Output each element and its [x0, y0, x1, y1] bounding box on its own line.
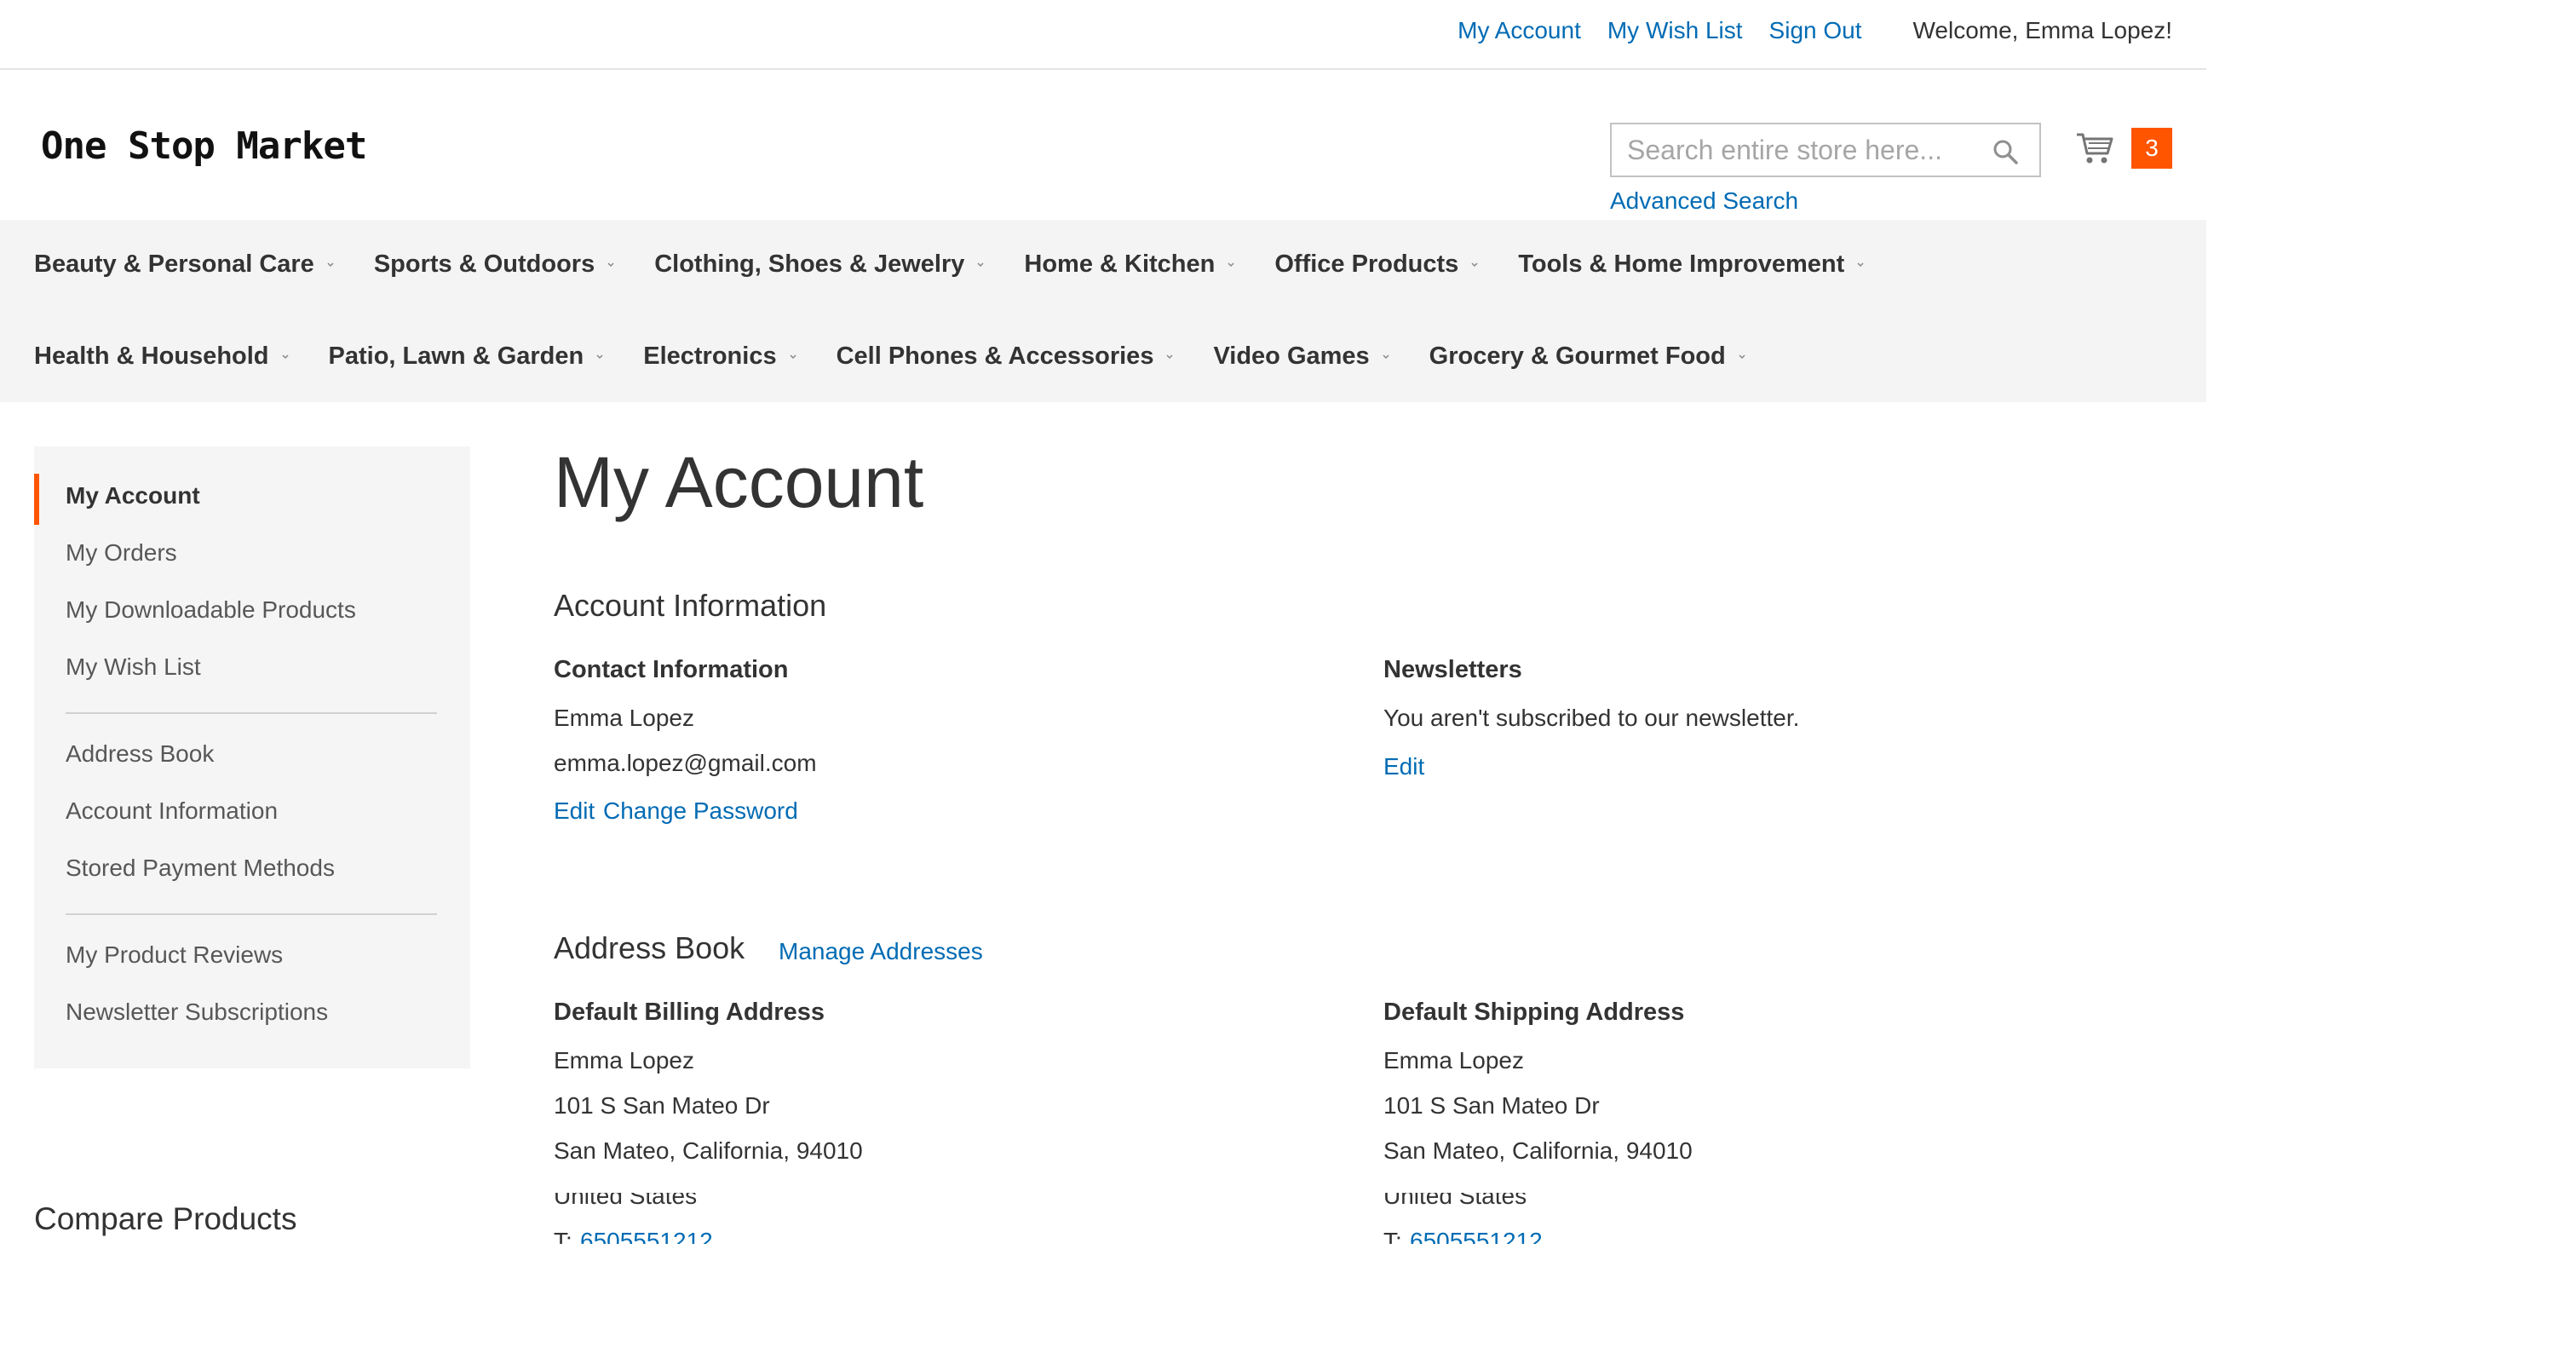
edit-newsletter-link[interactable]: Edit	[1383, 753, 1424, 780]
chevron-down-icon	[281, 354, 289, 359]
sidebar-item-my-account[interactable]: My Account	[66, 482, 200, 509]
category-nav	[0, 220, 2206, 402]
address-book-title: Address Book	[554, 930, 745, 965]
sidebar-item-account-information[interactable]: Account Information	[66, 797, 278, 825]
nav-item-sports-outdoors[interactable]: Sports & Outdoors	[374, 250, 615, 279]
nav-item-clothing-shoes-jewelry[interactable]: Clothing, Shoes & Jewelry	[654, 250, 985, 279]
contact-name: Emma Lopez	[554, 705, 694, 731]
address-bottom-clip: United States T: 6505551212 United State…	[0, 1193, 2206, 1244]
chevron-down-icon	[1857, 262, 1864, 267]
sidebar-item-stored-payment-methods[interactable]: Stored Payment Methods	[66, 855, 335, 882]
manage-addresses-link[interactable]: Manage Addresses	[779, 938, 983, 965]
search-icon[interactable]	[1992, 138, 2019, 165]
nav-item-label: Beauty & Personal Care	[34, 250, 314, 278]
billing-street: 101 S San Mateo Dr	[554, 1092, 770, 1119]
chevron-down-icon	[1739, 354, 1745, 359]
nav-item-label: Health & Household	[34, 342, 269, 370]
nav-item-electronics[interactable]: Electronics	[643, 342, 796, 371]
nav-item-label: Patio, Lawn & Garden	[328, 342, 584, 370]
nav-item-label: Cell Phones & Accessories	[836, 342, 1154, 370]
billing-phone-link[interactable]: 6505551212	[580, 1228, 713, 1244]
default-billing-title: Default Billing Address	[554, 999, 825, 1026]
change-password-link[interactable]: Change Password	[603, 797, 798, 825]
edit-contact-link[interactable]: Edit	[554, 797, 595, 825]
account-sidebar: My Account My Orders My Downloadable Pro…	[34, 446, 470, 1068]
cart-icon[interactable]	[2075, 128, 2114, 167]
nav-item-label: Electronics	[643, 342, 777, 370]
category-nav-row: Beauty & Personal Care Sports & Outdoors…	[34, 250, 1865, 279]
shipping-phone-label: T:	[1383, 1228, 1402, 1244]
current-item-indicator	[34, 474, 39, 525]
sign-out-link[interactable]: Sign Out	[1769, 17, 1862, 44]
search-input[interactable]	[1612, 124, 1987, 176]
cart-count-badge[interactable]: 3	[2131, 128, 2172, 169]
sidebar-divider	[66, 712, 437, 714]
nav-item-tools-home-improvement[interactable]: Tools & Home Improvement	[1518, 250, 1865, 279]
shipping-city: San Mateo, California, 94010	[1383, 1137, 1693, 1164]
nav-item-office-products[interactable]: Office Products	[1274, 250, 1479, 279]
chevron-down-icon	[327, 262, 334, 267]
account-information-title: Account Information	[554, 588, 827, 623]
welcome-message: Welcome, Emma Lopez!	[1912, 17, 2173, 43]
nav-item-cell-phones-accessories[interactable]: Cell Phones & Accessories	[837, 342, 1175, 371]
chevron-down-icon	[1383, 354, 1389, 359]
billing-phone-label: T:	[554, 1228, 572, 1244]
nav-item-label: Clothing, Shoes & Jewelry	[654, 250, 965, 278]
nav-item-home-kitchen[interactable]: Home & Kitchen	[1024, 250, 1235, 279]
nav-item-video-games[interactable]: Video Games	[1213, 342, 1389, 371]
sidebar-item-my-downloadable-products[interactable]: My Downloadable Products	[66, 596, 356, 624]
page-title: My Account	[554, 442, 924, 522]
nav-item-label: Video Games	[1213, 342, 1370, 370]
newsletter-status: You aren't subscribed to our newsletter.	[1383, 705, 1800, 731]
my-wish-list-link[interactable]: My Wish List	[1607, 17, 1743, 44]
store-logo[interactable]: One Stop Market	[41, 124, 367, 168]
nav-item-health-household[interactable]: Health & Household	[34, 342, 290, 371]
shipping-name: Emma Lopez	[1383, 1047, 1524, 1074]
nav-item-label: Tools & Home Improvement	[1518, 250, 1845, 278]
default-shipping-title: Default Shipping Address	[1383, 999, 1685, 1026]
nav-item-label: Home & Kitchen	[1024, 250, 1216, 278]
shipping-street: 101 S San Mateo Dr	[1383, 1092, 1600, 1119]
my-account-link[interactable]: My Account	[1458, 17, 1581, 44]
sidebar-divider	[66, 913, 437, 915]
chevron-down-icon	[596, 354, 603, 359]
contact-email: emma.lopez@gmail.com	[554, 750, 817, 776]
contact-information-title: Contact Information	[554, 656, 789, 683]
shipping-phone-link[interactable]: 6505551212	[1410, 1228, 1543, 1244]
header-links: My Account My Wish List Sign Out Welcome…	[1458, 17, 2172, 44]
billing-country: United States	[554, 1193, 698, 1209]
sidebar-item-newsletter-subscriptions[interactable]: Newsletter Subscriptions	[66, 999, 328, 1026]
billing-name: Emma Lopez	[554, 1047, 694, 1074]
chevron-down-icon	[607, 262, 614, 267]
page: My Account My Wish List Sign Out Welcome…	[0, 0, 2576, 1370]
billing-city: San Mateo, California, 94010	[554, 1137, 863, 1164]
nav-item-label: Office Products	[1274, 250, 1459, 278]
nav-item-beauty-personal-care[interactable]: Beauty & Personal Care	[34, 250, 335, 279]
sidebar-item-address-book[interactable]: Address Book	[66, 740, 214, 768]
sidebar-item-my-product-reviews[interactable]: My Product Reviews	[66, 941, 283, 969]
nav-item-label: Grocery & Gourmet Food	[1429, 342, 1726, 370]
shipping-country: United States	[1383, 1193, 1527, 1209]
search-box	[1610, 123, 2041, 177]
chevron-down-icon	[790, 354, 796, 359]
nav-item-grocery-gourmet-food[interactable]: Grocery & Gourmet Food	[1429, 342, 1746, 371]
chevron-down-icon	[1228, 262, 1234, 267]
sidebar-item-my-wish-list[interactable]: My Wish List	[66, 653, 201, 681]
nav-item-label: Sports & Outdoors	[373, 250, 595, 278]
top-links-bar: My Account My Wish List Sign Out Welcome…	[0, 0, 2206, 70]
nav-item-patio-lawn-garden[interactable]: Patio, Lawn & Garden	[329, 342, 605, 371]
chevron-down-icon	[977, 262, 984, 267]
chevron-down-icon	[1471, 262, 1478, 267]
category-nav-row: Health & Household Patio, Lawn & Garden …	[34, 342, 1746, 371]
chevron-down-icon	[1166, 354, 1173, 359]
advanced-search-link[interactable]: Advanced Search	[1610, 187, 1798, 215]
sidebar-item-my-orders[interactable]: My Orders	[66, 539, 177, 567]
newsletters-title: Newsletters	[1383, 656, 1522, 683]
